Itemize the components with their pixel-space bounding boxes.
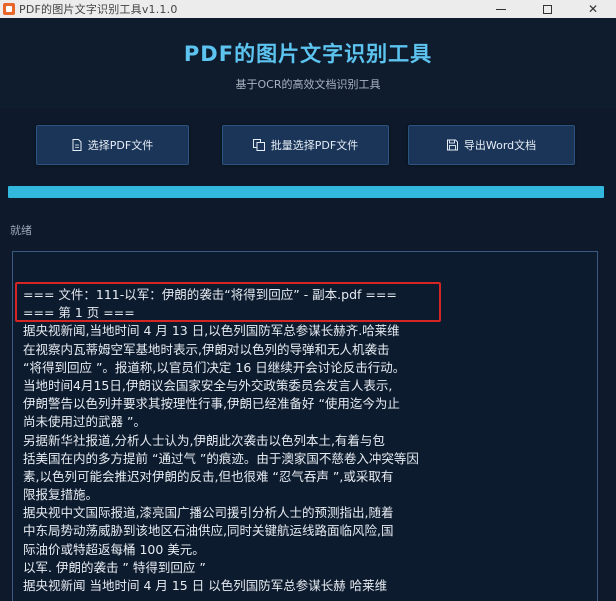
close-button[interactable]: ✕ [570, 0, 616, 18]
ocr-output-line: 中东局势动荡威胁到该地区石油供应,同时关键航运线路面临风险,国 [23, 523, 394, 539]
app-title: PDF的图片文字识别工具 [183, 42, 433, 66]
document-icon [72, 139, 82, 151]
highlight-annotation-box [15, 282, 441, 322]
ocr-output-line: 在视察内瓦蒂姆空军基地时表示,伊朗对以色列的导弹和无人机袭击 [23, 341, 390, 357]
ocr-output-line: 以军. 伊朗的袭击 ” 特得到回应 ” [23, 559, 206, 575]
ocr-output-textarea[interactable]: === 文件：111-以军：伊朗的袭击“将得到回应” - 副本.pdf === =… [12, 251, 598, 601]
ocr-output-line: “将得到回应 ”。报道称,以官员们决定 16 日继续开会讨论反击行动。 [23, 359, 406, 375]
window-controls: ✕ [478, 0, 616, 18]
ocr-output-lines: === 文件：111-以军：伊朗的袭击“将得到回应” - 副本.pdf === =… [23, 286, 589, 595]
ocr-output-line: 素,以色列可能会推迟对伊朗的反击,但也很难 “忍气吞声 ”,或采取有 [23, 468, 394, 484]
ocr-output-line: 另据新华社报道,分析人士认为,伊朗此次袭击以色列本土,有着与包 [23, 432, 385, 448]
close-icon: ✕ [587, 2, 599, 16]
maximize-button[interactable] [524, 0, 570, 18]
export-word-button[interactable]: 导出Word文档 [408, 125, 575, 165]
ocr-output-line: 尚未使用过的武器 ”。 [23, 414, 146, 430]
ocr-output-line: 据央视中文国际报道,漆亮国广播公司援引分析人士的预测指出,随着 [23, 505, 394, 521]
minimize-icon [496, 8, 506, 10]
ocr-output-line: 伊朗警告以色列并要求其按理性行事,伊朗已经准备好 “使用迄今为止 [23, 396, 400, 412]
window-titlebar: PDF的图片文字识别工具v1.1.0 ✕ [0, 0, 616, 18]
window-title: PDF的图片文字识别工具v1.1.0 [19, 3, 178, 16]
progress-bar [8, 186, 604, 198]
multi-document-icon [252, 139, 265, 151]
ocr-output-line: 当地时间4月15日,伊朗议会国家安全与外交政策委员会发言人表示, [23, 377, 393, 393]
save-icon [446, 139, 458, 151]
status-label: 就绪 [10, 224, 32, 237]
ocr-output-line: 据央视新闻,当地时间 4 月 13 日,以色列国防军总参谋长赫齐.哈莱维 [23, 323, 400, 339]
maximize-icon [542, 4, 552, 14]
app-subtitle: 基于OCR的高效文档识别工具 [235, 78, 381, 91]
minimize-button[interactable] [478, 0, 524, 18]
ocr-output-line: 据央视新闻 当地时间 4 月 15 日 以色列国防军总参谋长赫 哈莱维 [23, 578, 388, 593]
batch-select-pdf-button[interactable]: 批量选择PDF文件 [222, 125, 389, 165]
app-logo-icon [3, 3, 15, 15]
ocr-output-line: 际油价或特超返每桶 100 美元。 [23, 541, 205, 557]
ocr-output-line: 括美国在内的多方提前 “通过气 ”的痕迹。由于澳家国不慈卷入冲突等因 [23, 450, 419, 466]
ocr-output-line: 限报复措施。 [23, 487, 99, 503]
select-pdf-label: 选择PDF文件 [87, 139, 154, 152]
progress-bar-fill [8, 186, 604, 198]
select-pdf-button[interactable]: 选择PDF文件 [36, 125, 189, 165]
batch-select-pdf-label: 批量选择PDF文件 [270, 139, 359, 152]
app-header: PDF的图片文字识别工具 基于OCR的高效文档识别工具 [0, 18, 616, 108]
export-word-label: 导出Word文档 [463, 139, 537, 152]
